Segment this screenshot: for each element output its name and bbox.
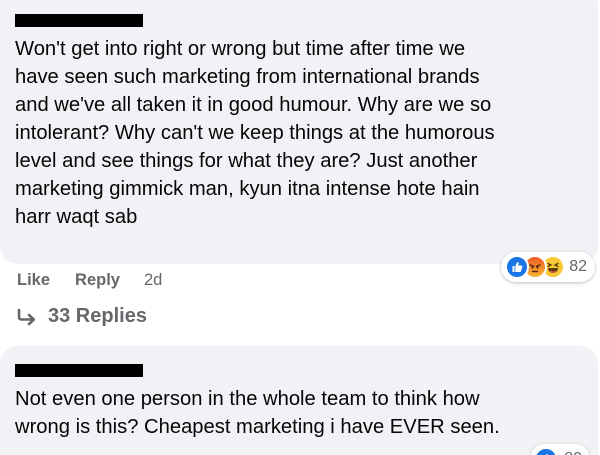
comment-line: and we've all taken it in good humour. W… (15, 94, 492, 116)
comment-line: harr waqt sab (15, 206, 138, 228)
comment-line: intolerant? Why can't we keep things at … (15, 122, 495, 144)
redaction-bar (15, 14, 143, 27)
reply-arrow-icon (15, 307, 37, 327)
comment-line: level and see things for what they are? … (15, 150, 478, 172)
comment-text: Won't get into right or wrong but time a… (15, 35, 586, 231)
comment-line: Not even one person in the whole team to… (15, 388, 480, 410)
replies-label: 33 Replies (48, 305, 147, 327)
comment-line: wrong is this? Cheapest marketing i have… (15, 416, 500, 438)
reaction-count: 82 (569, 258, 587, 275)
reaction-summary[interactable]: 80 (530, 444, 590, 455)
reply-button[interactable]: Reply (75, 271, 120, 290)
comment-bubble-2: Not even one person in the whole team to… (0, 346, 598, 455)
like-button[interactable]: Like (17, 271, 50, 290)
redaction-bar (15, 364, 143, 377)
comment-line: have seen such marketing from internatio… (15, 66, 480, 88)
reaction-count: 80 (564, 450, 582, 455)
comment-line: marketing gimmick man, kyun itna intense… (15, 178, 480, 200)
view-replies-link[interactable]: 33 Replies (15, 305, 147, 328)
reaction-summary[interactable]: 82 (501, 252, 595, 282)
like-icon (505, 255, 530, 279)
comment-author[interactable] (15, 362, 586, 384)
comment-actions: Like Reply 2d (17, 270, 162, 290)
comment-line: Won't get into right or wrong but time a… (15, 38, 466, 60)
comment-timestamp[interactable]: 2d (144, 271, 162, 290)
comment-author[interactable] (15, 12, 586, 34)
comment-thread: Won't get into right or wrong but time a… (0, 0, 600, 455)
comment-bubble-1: Won't get into right or wrong but time a… (0, 0, 598, 264)
comment-text: Not even one person in the whole team to… (15, 385, 586, 441)
like-icon (534, 447, 559, 455)
